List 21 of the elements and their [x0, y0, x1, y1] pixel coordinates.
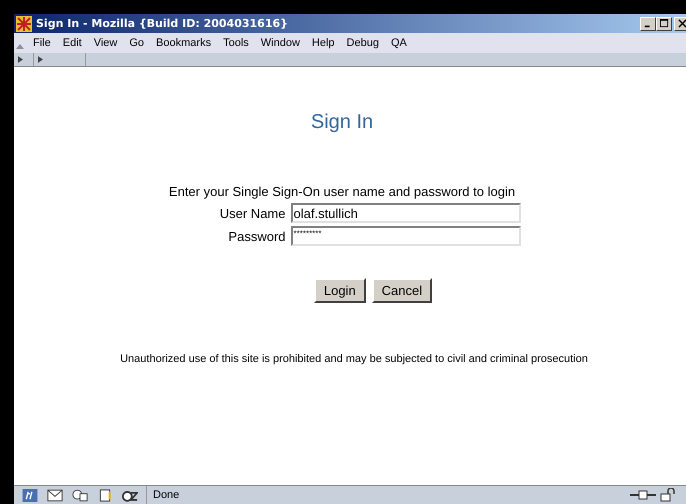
menu-item[interactable]: Go [129, 37, 144, 49]
input-field[interactable]: ********* [290, 226, 520, 246]
input-field[interactable]: olaf.stullich [290, 203, 520, 223]
status-text: Done [152, 489, 180, 501]
menu-item[interactable]: Edit [62, 37, 82, 49]
field-label: Password [227, 228, 286, 244]
form-button[interactable]: Login [314, 278, 366, 303]
menu-item[interactable]: Bookmarks [156, 37, 212, 49]
window-title: Sign In - Mozilla {Build ID: 2004031616} [36, 17, 289, 30]
menu-item[interactable]: View [94, 37, 118, 49]
notice-text: Unauthorized use of this site is prohibited and may be subjected to civil and criminal prosecution [120, 353, 588, 365]
menu-item[interactable]: File [33, 37, 51, 49]
menu-item[interactable]: Window [260, 37, 300, 49]
menu-item[interactable]: Tools [223, 37, 249, 49]
form-button[interactable]: Cancel [372, 278, 432, 303]
menu-item[interactable]: Help [312, 37, 335, 49]
page-heading: Sign In [310, 111, 374, 134]
menu-item[interactable]: QA [390, 37, 407, 49]
menu-item[interactable]: Debug [346, 37, 379, 49]
instructions-text: Enter your Single Sign-On user name and password to login [168, 184, 516, 199]
field-label: User Name [218, 206, 286, 220]
